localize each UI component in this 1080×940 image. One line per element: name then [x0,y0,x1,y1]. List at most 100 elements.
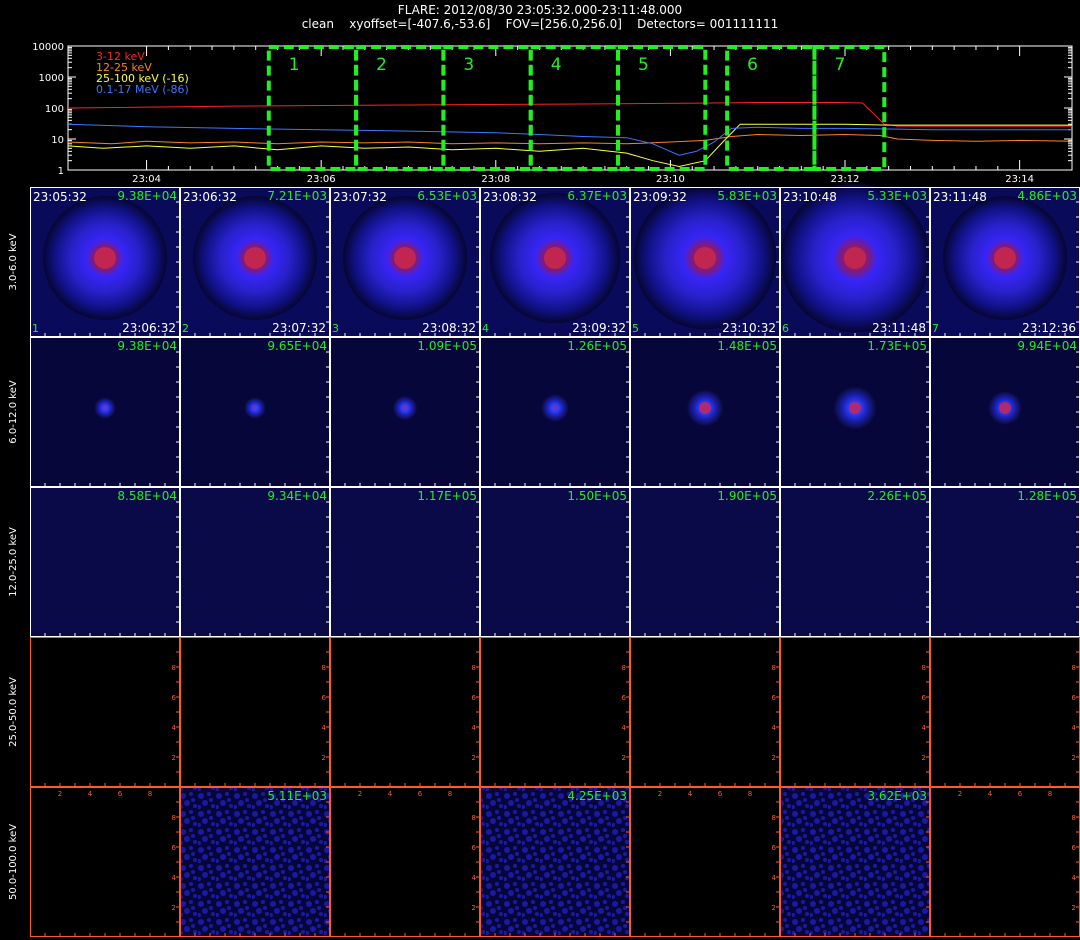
panel-axis-label: 2 [172,754,176,762]
image-panel [180,787,330,937]
peak-value-label: 1.50E+05 [567,489,627,503]
interval-number-label: 1 [32,322,39,335]
end-time-label: 23:12:36 [1022,321,1076,335]
start-time-label: 23:07:32 [333,190,387,204]
panel-axis-label: 6 [118,790,123,798]
panel-axis-label: 2 [772,754,776,762]
start-time-label: 23:11:48 [933,190,987,204]
panel-axis-label: 8 [772,664,776,672]
source-halo [541,394,569,422]
peak-value-label: 1.09E+05 [417,339,477,353]
image-panel [630,637,780,787]
panel-axis-label: 4 [1072,724,1077,732]
peak-value-label: 1.28E+05 [1017,489,1077,503]
image-panel [630,787,780,937]
image-panel [930,637,1080,787]
source-halo [393,396,417,420]
energy-band-label: 3.0-6.0 keV [8,233,19,290]
source-halo [94,397,116,419]
image-panel [630,487,780,637]
panel-axis-label: 4 [688,790,693,798]
energy-band-label: 6.0-12.0 keV [8,380,19,444]
panel-axis-label: 8 [322,664,326,672]
image-panel [480,787,630,937]
source-core [244,247,266,269]
panel-axis-label: 2 [358,790,362,798]
panel-axis-label: 2 [472,754,476,762]
panel-axis-label: 2 [622,754,626,762]
panel-axis-label: 2 [58,790,62,798]
peak-value-label: 9.38E+04 [117,339,177,353]
panel-axis-label: 4 [88,790,93,798]
panel-axis-label: 6 [472,844,477,852]
panel-axis-label: 4 [172,724,177,732]
panel-axis-label: 4 [472,724,477,732]
panel-axis-label: 4 [322,724,327,732]
panel-axis-label: 4 [388,790,393,798]
image-panel [180,487,330,637]
image-panel [330,637,480,787]
source-core [849,402,861,414]
source-core [999,402,1011,414]
panel-axis-label: 8 [1048,790,1052,798]
end-time-label: 23:07:32 [272,321,326,335]
peak-value-label: 9.38E+04 [117,189,177,203]
end-time-label: 23:11:48 [872,321,926,335]
energy-band-label: 50.0-100.0 keV [8,824,19,900]
source-core [394,247,416,269]
panel-axis-label: 4 [1072,874,1077,882]
source-core [694,247,716,269]
panel-axis-label: 2 [1072,754,1076,762]
panel-axis-label: 8 [1072,664,1076,672]
panel-axis-label: 2 [772,904,776,912]
panel-axis-label: 6 [772,694,777,702]
image-panel [780,487,930,637]
panel-axis-label: 4 [472,874,477,882]
panel-axis-label: 2 [658,790,662,798]
panel-axis-label: 4 [988,790,993,798]
panel-axis-label: 8 [622,664,626,672]
panel-axis-label: 8 [922,664,926,672]
image-panel [330,787,480,937]
image-grid: 3.0-6.0 keV 9.38E+04 23:05:32 23:06:32 1 7.21… [8,183,1080,937]
source-core [994,247,1016,269]
panel-axis-label: 8 [1072,814,1076,822]
panel-axis-label: 6 [1072,844,1077,852]
panel-axis-label: 6 [922,694,927,702]
panel-axis-label: 6 [718,790,723,798]
panel-axis-label: 8 [172,814,176,822]
panel-axis-label: 2 [322,754,326,762]
panel-axis-label: 4 [772,874,777,882]
panel-axis-label: 2 [472,904,476,912]
panel-axis-label: 4 [922,724,927,732]
interval-number-label: 6 [782,322,789,335]
panel-axis-label: 2 [958,790,962,798]
peak-value-label: 6.37E+03 [567,189,627,203]
peak-value-label: 1.26E+05 [567,339,627,353]
image-panel [30,487,180,637]
start-time-label: 23:09:32 [633,190,687,204]
end-time-label: 23:06:32 [122,321,176,335]
interval-number-label: 5 [632,322,639,335]
interval-number-label: 2 [182,322,189,335]
end-time-label: 23:10:32 [722,321,776,335]
interval-number-label: 3 [332,322,339,335]
energy-band-label: 12.0-25.0 keV [8,527,19,597]
peak-value-label: 1.17E+05 [417,489,477,503]
image-panel [480,637,630,787]
peak-value-label: 5.83E+03 [717,189,777,203]
source-core [544,247,566,269]
end-time-label: 23:09:32 [572,321,626,335]
peak-value-label: 8.58E+04 [117,489,177,503]
panel-axis-label: 6 [622,694,627,702]
panel-axis-label: 8 [472,664,476,672]
panel-axis-label: 6 [418,790,423,798]
panel-axis-label: 6 [1072,694,1077,702]
peak-value-label: 5.33E+03 [867,189,927,203]
source-core [699,402,711,414]
panel-axis-label: 8 [772,814,776,822]
panel-axis-label: 8 [748,790,752,798]
panel-axis-label: 4 [622,724,627,732]
peak-value-label: 4.86E+03 [1017,189,1077,203]
panel-axis-label: 6 [772,844,777,852]
